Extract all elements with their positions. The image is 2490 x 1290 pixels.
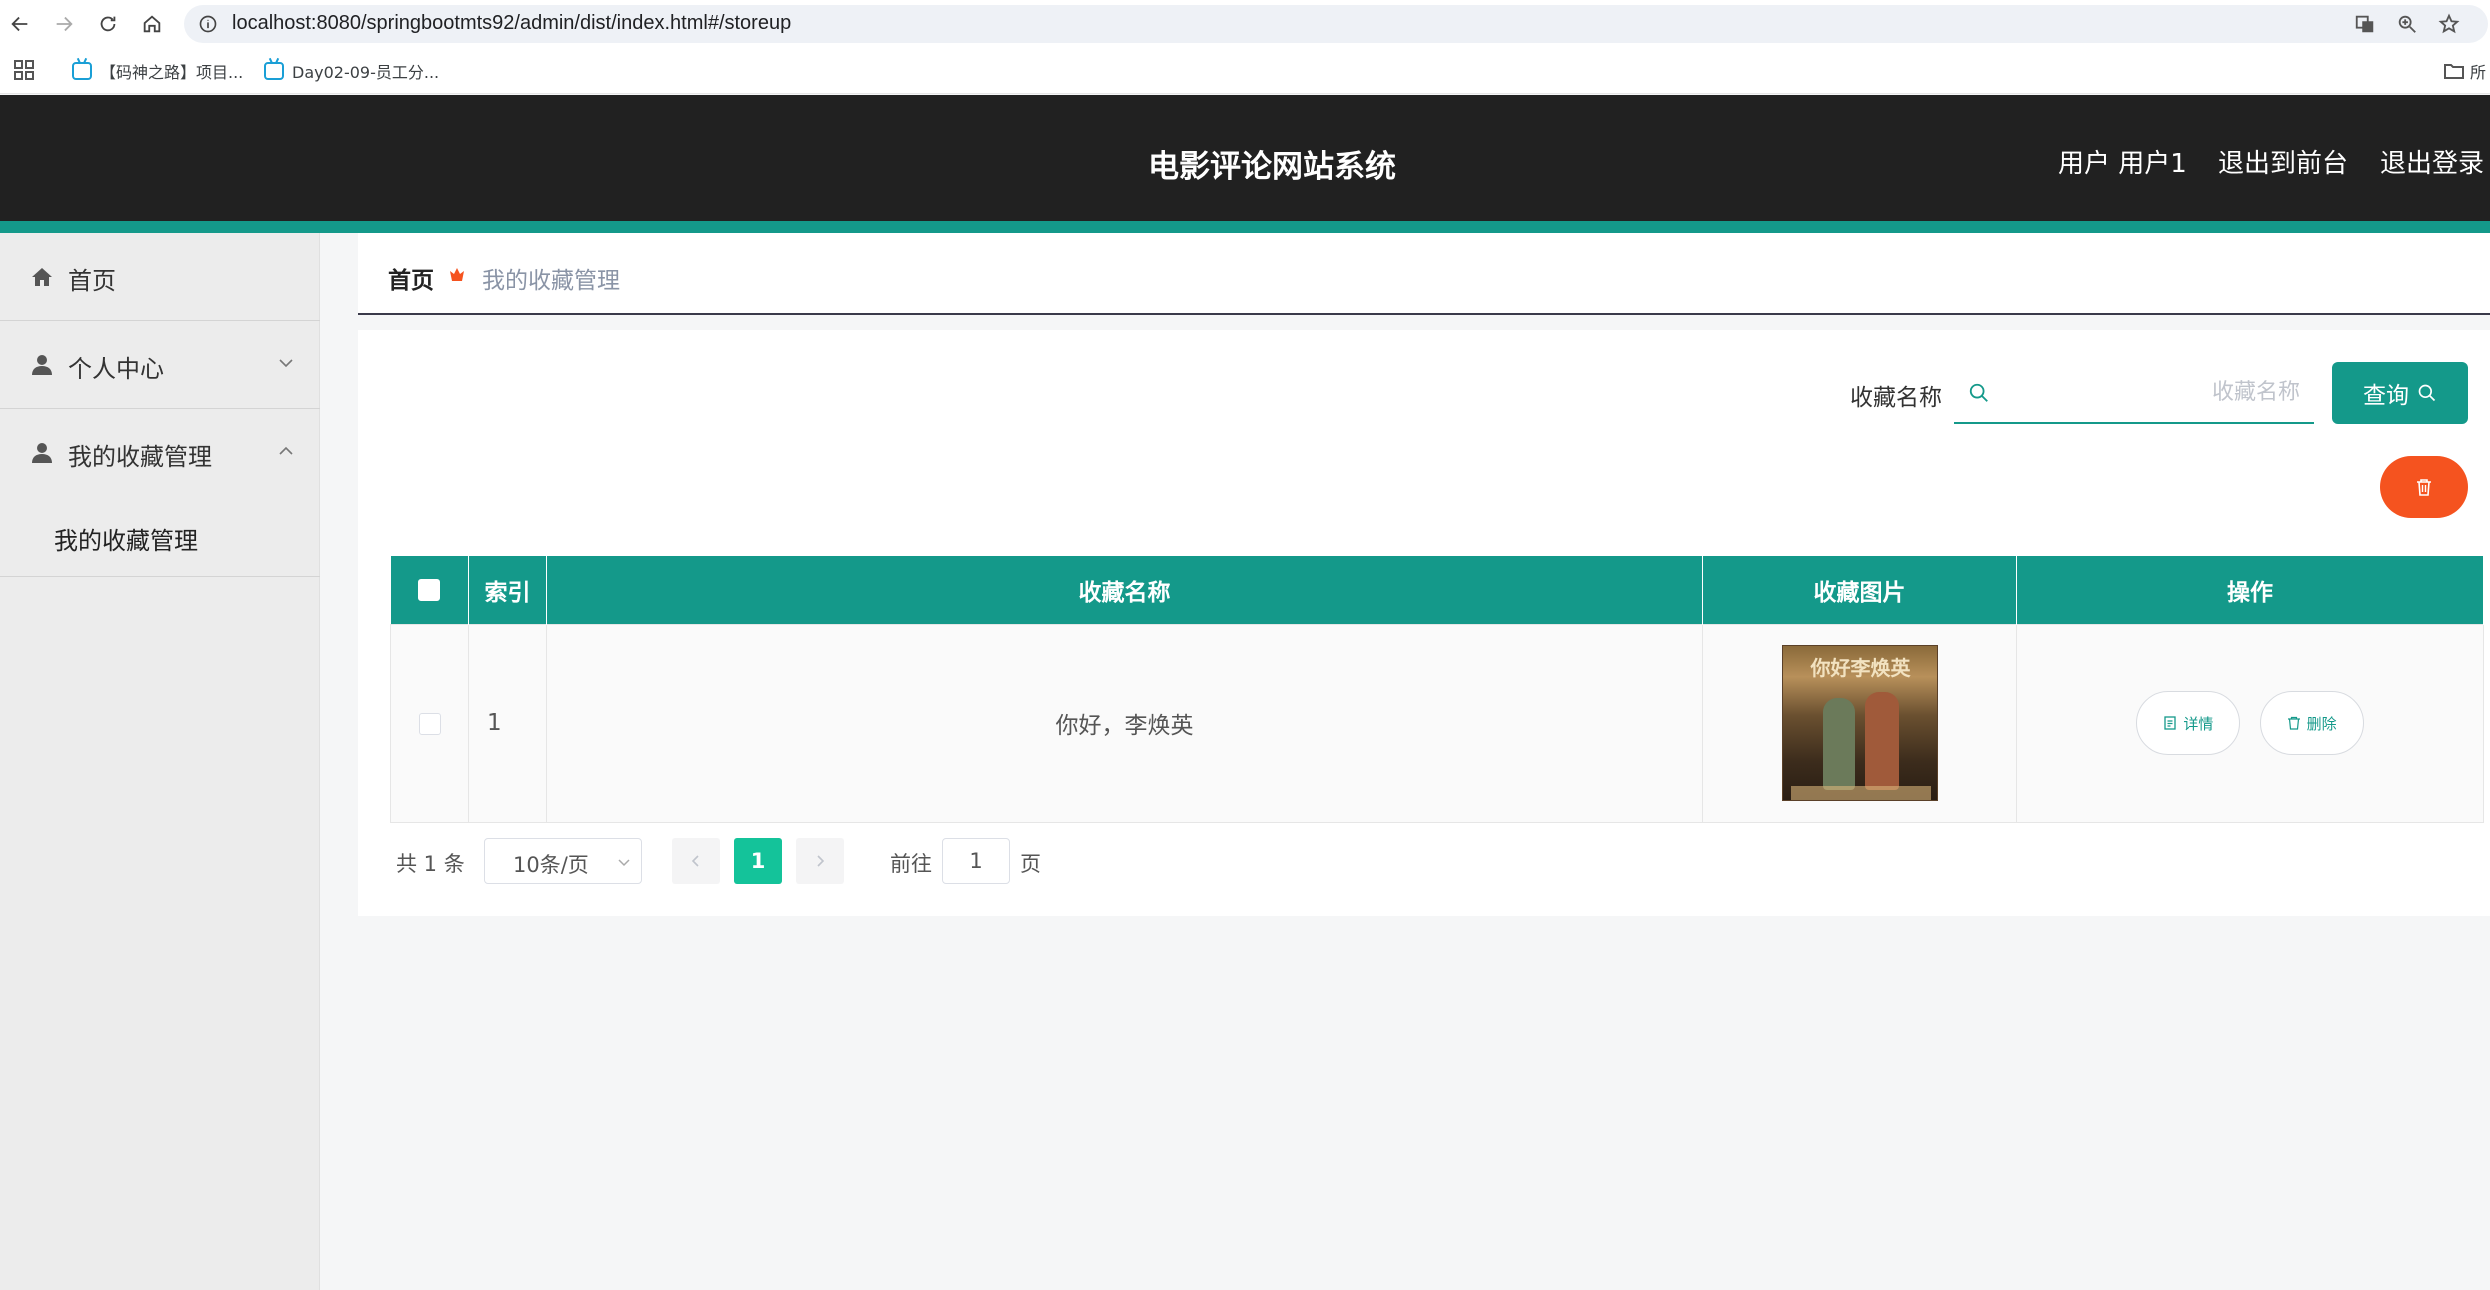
total-count: 共 1 条 (396, 852, 465, 876)
browser-toolbar: localhost:8080/springbootmts92/admin/dis… (0, 0, 2490, 48)
info-icon[interactable] (198, 14, 218, 34)
row-name: 你好，李焕英 (546, 623, 1703, 823)
poster-figure (1822, 698, 1855, 790)
back-icon[interactable] (6, 10, 34, 38)
sidebar-item-label: 首页 (68, 267, 116, 295)
next-page-button[interactable] (796, 838, 844, 884)
poster-title: 你好李焕英 (1810, 656, 1911, 680)
poster-figure (1864, 692, 1899, 790)
breadcrumb-current: 我的收藏管理 (482, 268, 620, 294)
prev-page-button[interactable] (672, 838, 720, 884)
home-browser-icon[interactable] (138, 10, 166, 38)
crown-icon (450, 268, 464, 281)
address-bar[interactable]: localhost:8080/springbootmts92/admin/dis… (184, 5, 2488, 43)
query-button[interactable]: 查询 (2332, 362, 2468, 424)
table-header-row: 索引 收藏名称 收藏图片 操作 (390, 556, 2484, 624)
search-label: 收藏名称 (1850, 385, 1942, 411)
app-title: 电影评论网站系统 (1148, 149, 1396, 185)
home-icon (32, 268, 52, 286)
bookmark-item[interactable]: Day02-09-员工分... (264, 60, 439, 82)
row-select-cell (390, 623, 469, 823)
page-number-current[interactable]: 1 (734, 838, 782, 884)
row-checkbox[interactable] (418, 712, 441, 735)
page-size-select[interactable]: 10条/页 (484, 838, 642, 884)
chevron-down-icon (279, 359, 293, 368)
star-icon[interactable] (2438, 13, 2460, 35)
bookmarks-bar: 【码神之路】项目... Day02-09-员工分... 所 (0, 48, 2490, 94)
row-image-cell: 你好李焕英 (1702, 623, 2017, 823)
sidebar: 首页 个人中心 我的收藏管理 我的收藏管理 (0, 233, 320, 1290)
pagination: 共 1 条 10条/页 1 前往 页 (390, 838, 1290, 884)
content-panel: 收藏名称 查询 索引 收藏名称 收藏图片 操作 1 你好，李焕英 (358, 330, 2490, 916)
breadcrumb: 首页 我的收藏管理 (358, 233, 2490, 315)
sidebar-item-personal-center[interactable]: 个人中心 (0, 321, 320, 409)
zoom-icon[interactable] (2396, 13, 2418, 35)
goto-suffix: 页 (1020, 852, 1041, 876)
bookmark-folder[interactable]: 所 (2444, 60, 2486, 82)
app-header: 电影评论网站系统 用户 用户1 退出到前台 退出登录 (0, 95, 2490, 221)
column-header: 操作 (2016, 556, 2484, 624)
sidebar-item-label: 我的收藏管理 (68, 443, 212, 471)
column-header: 收藏图片 (1702, 556, 2017, 624)
chevron-down-icon (618, 859, 630, 867)
bookmark-item[interactable]: 【码神之路】项目... (72, 60, 243, 82)
trash-icon (2287, 716, 2300, 730)
chevron-up-icon (279, 446, 293, 455)
search-icon (2418, 384, 2436, 402)
select-all-cell (390, 556, 469, 624)
query-button-label: 查询 (2363, 383, 2409, 409)
table-row: 1 你好，李焕英 你好李焕英 详情 删除 (390, 623, 2484, 823)
url-text: localhost:8080/springbootmts92/admin/dis… (232, 12, 792, 34)
poster-footer (1790, 786, 1931, 800)
search-input[interactable] (2004, 372, 2300, 412)
user-icon (32, 443, 52, 463)
sidebar-subitem-favorites[interactable]: 我的收藏管理 (0, 497, 320, 577)
search-field (1954, 360, 2314, 424)
sidebar-item-home[interactable]: 首页 (0, 233, 320, 321)
header-accent-strip (0, 221, 2490, 233)
goto-label: 前往 (890, 852, 932, 876)
movie-poster[interactable]: 你好李焕英 (1781, 645, 1938, 801)
goto-page-input[interactable] (942, 838, 1010, 884)
forward-icon[interactable] (50, 10, 78, 38)
user-label: 用户 用户1 (2058, 149, 2187, 179)
sidebar-item-favorites[interactable]: 我的收藏管理 (0, 409, 320, 497)
search-icon (1969, 383, 1988, 402)
favorites-table: 索引 收藏名称 收藏图片 操作 1 你好，李焕英 你好李焕英 详情 删除 (390, 556, 2484, 823)
delete-button[interactable]: 删除 (2259, 691, 2364, 755)
sidebar-subitem-label: 我的收藏管理 (54, 527, 198, 555)
breadcrumb-home[interactable]: 首页 (388, 261, 434, 295)
column-header: 收藏名称 (546, 556, 1703, 624)
select-all-checkbox[interactable] (418, 579, 441, 602)
chevron-right-icon (817, 855, 825, 867)
bilibili-icon (264, 62, 284, 80)
logout-link[interactable]: 退出登录 (2380, 143, 2484, 180)
row-index: 1 (468, 623, 547, 823)
detail-button[interactable]: 详情 (2136, 691, 2241, 755)
folder-icon (2444, 64, 2464, 79)
bilibili-icon (72, 62, 92, 80)
document-icon (2164, 716, 2176, 730)
row-actions-cell: 详情 删除 (2016, 623, 2484, 823)
batch-delete-button[interactable] (2380, 456, 2468, 518)
chevron-left-icon (691, 855, 699, 867)
reload-icon[interactable] (94, 10, 122, 38)
translate-icon[interactable] (2354, 13, 2376, 35)
column-header: 索引 (468, 556, 547, 624)
back-to-front-link[interactable]: 退出到前台 (2218, 143, 2348, 180)
trash-icon (2417, 479, 2431, 496)
apps-icon[interactable] (14, 60, 34, 80)
user-icon (32, 355, 52, 375)
sidebar-item-label: 个人中心 (68, 355, 164, 383)
